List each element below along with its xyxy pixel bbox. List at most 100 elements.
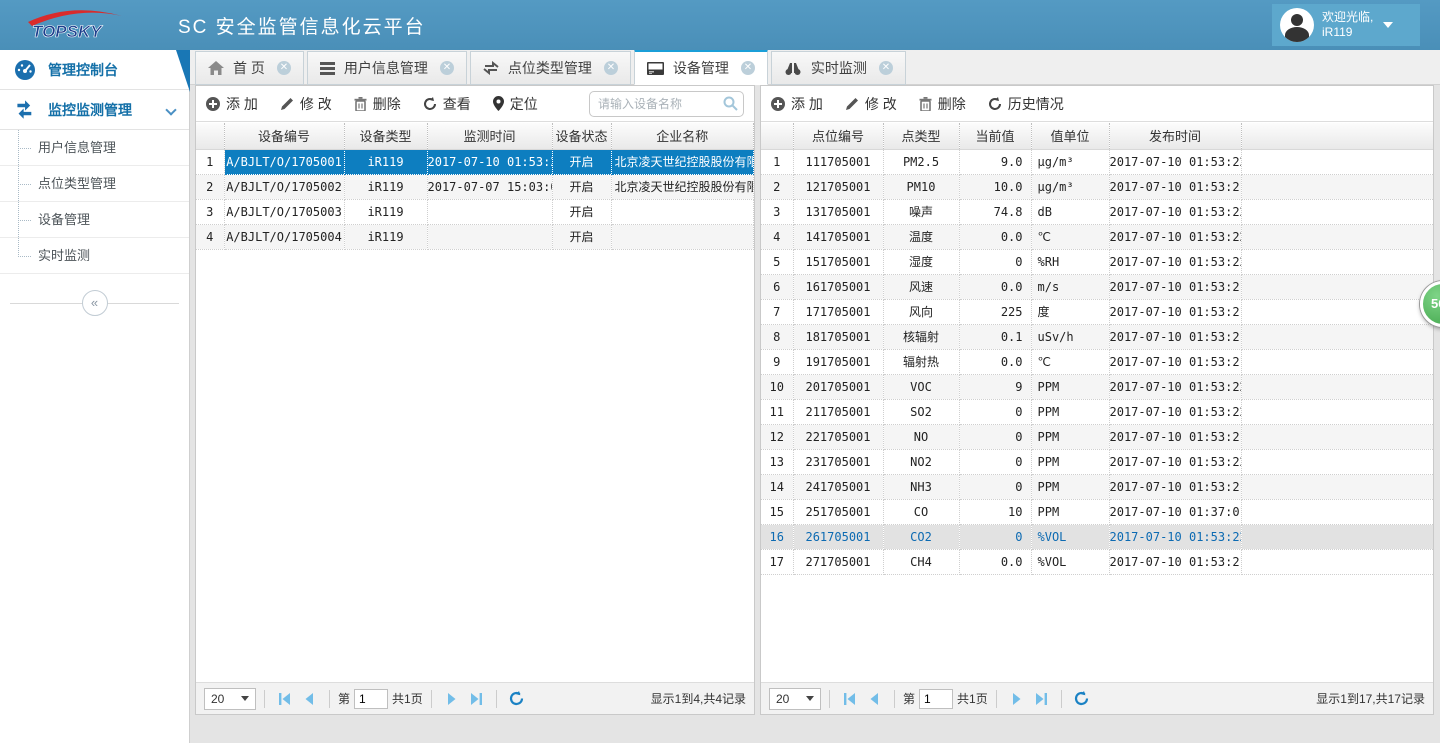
history-button[interactable]: 历史情况 [988,94,1064,114]
pencil-icon [280,97,294,111]
pager-summary: 显示1到17,共17记录 [1316,690,1425,707]
table-row[interactable]: 4A/BJLT/O/1705004iR119开启 [196,224,754,249]
device-grid: 设备编号设备类型监测时间设备状态企业名称 1A/BJLT/O/1705001iR… [196,123,754,682]
sidebar-item-console[interactable]: 管理控制台 [0,50,189,90]
table-row[interactable]: 5151705001湿度0%RH2017-07-10 01:53:22 [761,249,1433,274]
app-title: SC 安全监管信息化云平台 [178,12,426,39]
page-number-group: 第 共1页 [903,689,988,709]
close-icon[interactable]: ✕ [879,61,893,75]
device-pager: 20 第 共1页 显示1到4,共4记录 [196,682,754,714]
prev-page-button[interactable] [862,688,886,710]
table-row[interactable]: 4141705001温度0.0℃2017-07-10 01:53:22 [761,224,1433,249]
tab-realtime[interactable]: 实时监测 ✕ [771,51,906,85]
table-row[interactable]: 10201705001VOC9PPM2017-07-10 01:53:22 [761,374,1433,399]
sidebar-submenu: 用户信息管理 点位类型管理 设备管理 实时监测 [0,130,189,274]
point-grid: 点位编号点类型当前值值单位发布时间 1111705001PM2.59.0μg/m… [761,123,1433,682]
user-menu[interactable]: 欢迎光临, iR119 [1272,4,1420,46]
table-row[interactable]: 3A/BJLT/O/1705003iR119开启 [196,199,754,224]
table-row[interactable]: 7171705001风向225度2017-07-10 01:53:21 [761,299,1433,324]
page-size-select[interactable]: 20 [769,688,821,710]
page-number-input[interactable] [354,689,388,709]
table-row[interactable]: 2A/BJLT/O/1705002iR1192017-07-07 15:03:0… [196,174,754,199]
tab-point-type[interactable]: 点位类型管理 ✕ [470,51,631,85]
welcome-text: 欢迎光临, iR119 [1322,10,1373,40]
table-row[interactable]: 9191705001辐射热0.0℃2017-07-10 01:53:21 [761,349,1433,374]
point-table-header: 点位编号点类型当前值值单位发布时间 [761,123,1433,149]
page-size-select[interactable]: 20 [204,688,256,710]
column-header: 当前值 [959,123,1031,149]
add-button[interactable]: 添 加 [771,94,823,114]
sidebar-item-device[interactable]: 设备管理 [0,202,189,238]
brand-logo: TOPSKY [16,4,136,46]
table-row[interactable]: 16261705001CO20%VOL2017-07-10 01:53:22 [761,524,1433,549]
chevron-down-icon [241,696,249,701]
sidebar-item-point-type[interactable]: 点位类型管理 [0,166,189,202]
trash-icon [919,97,932,111]
last-page-button[interactable] [464,688,488,710]
point-toolbar: 添 加 修 改 删除 历史情况 [761,86,1433,122]
close-icon[interactable]: ✕ [604,61,618,75]
table-row[interactable]: 2121705001PM1010.0μg/m³2017-07-10 01:53:… [761,174,1433,199]
first-page-button[interactable] [273,688,297,710]
prev-page-button[interactable] [297,688,321,710]
table-row[interactable]: 13231705001NO20PPM2017-07-10 01:53:22 [761,449,1433,474]
column-header: 设备类型 [344,123,427,149]
tab-device[interactable]: 设备管理 ✕ [634,49,768,85]
tab-strip: 首 页 ✕ 用户信息管理 ✕ 点位类型管理 ✕ 设备管理 ✕ [190,50,1440,85]
column-header: 设备编号 [224,123,344,149]
last-page-button[interactable] [1029,688,1053,710]
sidebar-item-realtime[interactable]: 实时监测 [0,238,189,274]
search-input[interactable] [589,91,744,117]
device-table-header: 设备编号设备类型监测时间设备状态企业名称 [196,123,754,149]
column-header: 设备状态 [552,123,611,149]
table-row[interactable]: 3131705001噪声74.8dB2017-07-10 01:53:22 [761,199,1433,224]
refresh-icon[interactable] [1070,688,1094,710]
device-panel: 添 加 修 改 删除 查看 定位 [195,85,755,715]
table-row[interactable]: 12221705001NO0PPM2017-07-10 01:53:21 [761,424,1433,449]
sidebar-collapse-bar: « [0,290,189,316]
add-button[interactable]: 添 加 [206,94,258,114]
sidebar-item-user-info[interactable]: 用户信息管理 [0,130,189,166]
delete-button[interactable]: 删除 [354,94,401,114]
chevron-down-icon [806,696,814,701]
main-content: 首 页 ✕ 用户信息管理 ✕ 点位类型管理 ✕ 设备管理 ✕ [190,50,1440,743]
close-icon[interactable]: ✕ [440,61,454,75]
edit-button[interactable]: 修 改 [280,94,332,114]
search-icon[interactable] [723,96,738,114]
table-row[interactable]: 1A/BJLT/O/1705001iR1192017-07-10 01:53:2… [196,149,754,174]
collapse-icon[interactable]: « [82,290,108,316]
edit-button[interactable]: 修 改 [845,94,897,114]
column-header: 值单位 [1031,123,1109,149]
point-pager: 20 第 共1页 显示1到17,共17记录 [761,682,1433,714]
column-header [1241,123,1433,149]
table-row[interactable]: 8181705001核辐射0.1uSv/h2017-07-10 01:53:21 [761,324,1433,349]
first-page-button[interactable] [838,688,862,710]
column-header: 监测时间 [427,123,552,149]
table-row[interactable]: 1111705001PM2.59.0μg/m³2017-07-10 01:53:… [761,149,1433,174]
page-number-input[interactable] [919,689,953,709]
chevron-down-icon [1383,22,1393,28]
tab-home[interactable]: 首 页 ✕ [195,51,304,85]
tab-user-info[interactable]: 用户信息管理 ✕ [307,51,467,85]
close-icon[interactable]: ✕ [277,61,291,75]
sidebar: 管理控制台 监控监测管理 用户信息管理 点位类型管理 设备管理 实时监测 « [0,50,190,743]
view-button[interactable]: 查看 [423,94,471,114]
next-page-button[interactable] [440,688,464,710]
table-row[interactable]: 14241705001NH30PPM2017-07-10 01:53:21 [761,474,1433,499]
close-icon[interactable]: ✕ [741,61,755,75]
next-page-button[interactable] [1005,688,1029,710]
delete-button[interactable]: 删除 [919,94,966,114]
column-header: 点位编号 [793,123,883,149]
refresh-icon [423,97,437,111]
table-row[interactable]: 17271705001CH40.0%VOL2017-07-10 01:53:21 [761,549,1433,574]
avatar [1280,8,1314,42]
locate-button[interactable]: 定位 [493,94,538,114]
table-row[interactable]: 15251705001CO10PPM2017-07-10 01:37:01 [761,499,1433,524]
sidebar-group-label: 监控监测管理 [48,100,132,120]
table-row[interactable]: 6161705001风速0.0m/s2017-07-10 01:53:21 [761,274,1433,299]
device-panel-icon [647,62,664,75]
refresh-icon[interactable] [505,688,529,710]
chevron-down-icon [165,104,176,115]
table-row[interactable]: 11211705001SO20PPM2017-07-10 01:53:22 [761,399,1433,424]
sidebar-group-monitor[interactable]: 监控监测管理 [0,90,189,130]
